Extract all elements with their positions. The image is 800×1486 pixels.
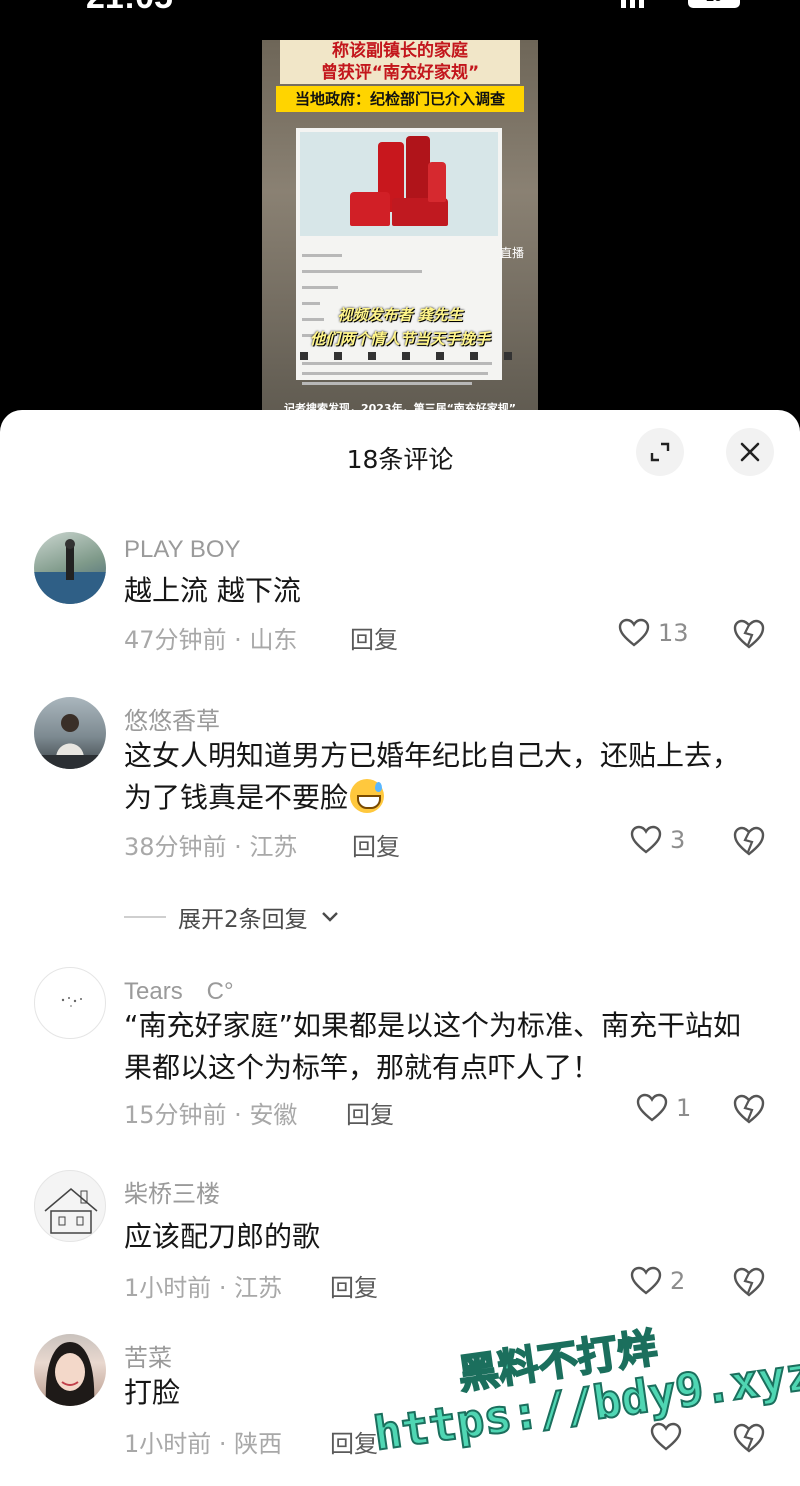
chevron-down-icon <box>321 912 338 922</box>
video-subhead: 当地政府：纪检部门已介入调查 <box>276 86 524 112</box>
comment-text: 应该配刀郎的歌 <box>124 1220 321 1253</box>
comment-text: “南充好家庭”如果都是以这个为标准、南充干站如果都以这个为标竿，那就有点吓人了！ <box>124 1009 742 1084</box>
comment-time: 15分钟前 <box>124 1101 227 1129</box>
dislike-button[interactable] <box>732 618 766 654</box>
meta-separator: · <box>211 1430 235 1458</box>
signal-icon <box>621 0 644 8</box>
comment-location: 陕西 <box>234 1430 283 1458</box>
live-tag: 直播 <box>500 246 525 260</box>
expand-arrows-icon <box>650 442 670 462</box>
comment-location: 山东 <box>249 626 298 654</box>
family-photo <box>300 132 498 236</box>
dislike-button[interactable] <box>732 1422 766 1458</box>
overlay-quote: 他们两个情人节当天手挽手 <box>309 330 490 348</box>
expand-button[interactable] <box>636 428 684 476</box>
comment-time: 47分钟前 <box>124 626 227 654</box>
comments-panel: 18条评论 PLAY BOY 越上流 越下流 47分钟前 · 山东 回复 13 <box>0 410 800 1486</box>
avatar-image <box>34 539 106 604</box>
avatar[interactable] <box>34 697 106 769</box>
headline-line-2: 曾获评“南充好家规” <box>320 63 480 83</box>
status-icons: 26 <box>621 0 740 8</box>
heart-icon <box>636 1093 668 1122</box>
avatar[interactable] <box>34 1170 106 1242</box>
reply-button[interactable]: 回复 <box>330 1424 378 1459</box>
comment-time: 1小时前 <box>124 1274 212 1302</box>
comment-meta: 47分钟前 · 山东 <box>124 620 297 655</box>
reply-button[interactable]: 回复 <box>350 620 398 655</box>
like-count: 13 <box>658 619 689 647</box>
meta-separator: · <box>226 626 250 654</box>
comment-meta: 1小时前 · 江苏 <box>124 1268 282 1303</box>
like-button[interactable]: 13 <box>618 618 689 648</box>
expand-replies-label: 展开2条回复 <box>178 907 308 933</box>
comment-meta: 38分钟前 · 江苏 <box>124 827 297 862</box>
comment-text: 这女人明知道男方已婚年纪比自己大，还贴上去，为了钱真是不要脸 <box>124 735 754 819</box>
heart-icon <box>650 1422 682 1451</box>
reply-button[interactable]: 回复 <box>352 827 400 862</box>
overlay-publisher: 视频发布者 龚先生 <box>337 306 463 324</box>
video-headline: 称该副镇长的家庭 曾获评“南充好家规” <box>280 40 520 84</box>
broken-heart-icon <box>733 1267 765 1297</box>
meta-separator: · <box>211 1274 235 1302</box>
avatar-image <box>34 714 106 769</box>
headline-line-1: 称该副镇长的家庭 <box>332 41 468 61</box>
reply-button[interactable]: 回复 <box>330 1268 378 1303</box>
grinning-sweat-emoji-icon <box>350 779 385 813</box>
comment-meta: 15分钟前 · 安徽 <box>124 1095 297 1130</box>
dislike-button[interactable] <box>732 1266 766 1302</box>
broken-heart-icon <box>733 619 765 649</box>
like-count: 3 <box>670 826 686 854</box>
avatar-image <box>61 997 82 1007</box>
comment-location: 安徽 <box>249 1101 298 1129</box>
video-player[interactable]: 称该副镇长的家庭 曾获评“南充好家规” 当地政府：纪检部门已介入调查 视频发布者… <box>262 40 538 420</box>
heart-icon <box>630 825 662 854</box>
comment-meta: 1小时前 · 陕西 <box>124 1424 282 1459</box>
avatar[interactable] <box>34 1334 106 1406</box>
reply-button[interactable]: 回复 <box>346 1095 394 1130</box>
heart-icon <box>618 618 650 647</box>
broken-heart-icon <box>733 1094 765 1124</box>
close-button[interactable] <box>726 428 774 476</box>
broken-heart-icon <box>733 826 765 856</box>
expand-divider <box>124 916 166 918</box>
like-count: 2 <box>670 1267 686 1295</box>
close-x-icon <box>740 442 760 462</box>
dislike-button[interactable] <box>732 1093 766 1129</box>
comment-time: 1小时前 <box>124 1430 212 1458</box>
status-time: 21:05 <box>86 0 173 17</box>
heart-icon <box>630 1266 662 1295</box>
like-button[interactable] <box>650 1422 690 1452</box>
comment-text: 越上流 越下流 <box>124 574 301 607</box>
like-button[interactable]: 2 <box>630 1266 685 1296</box>
comment-location: 江苏 <box>234 1274 283 1302</box>
meta-separator: · <box>226 833 250 861</box>
comment-time: 38分钟前 <box>124 833 227 861</box>
meta-separator: · <box>226 1101 250 1129</box>
like-button[interactable]: 3 <box>630 825 685 855</box>
comment-username[interactable]: Tears C° <box>124 971 234 1006</box>
comment-username[interactable]: 苦菜 <box>124 1338 172 1373</box>
status-bar: 21:05 26 <box>0 0 800 16</box>
comment-username[interactable]: 柴桥三楼 <box>124 1174 220 1209</box>
comment-location: 江苏 <box>249 833 298 861</box>
comment-text: 打脸 <box>124 1376 181 1409</box>
redacted-marks <box>300 352 512 360</box>
comment-username[interactable]: 悠悠香草 <box>124 701 220 736</box>
like-count: 1 <box>676 1094 692 1122</box>
expand-replies-button[interactable]: 展开2条回复 <box>124 900 340 934</box>
dislike-button[interactable] <box>732 825 766 861</box>
avatar[interactable] <box>34 967 106 1039</box>
battery-icon: 26 <box>688 0 740 8</box>
broken-heart-icon <box>733 1423 765 1453</box>
comment-username[interactable]: PLAY BOY <box>124 536 241 564</box>
avatar[interactable] <box>34 532 106 604</box>
like-button[interactable]: 1 <box>636 1093 691 1123</box>
avatar-image <box>45 1342 95 1406</box>
comment-text-body: 这女人明知道男方已婚年纪比自己大，还贴上去，为了钱真是不要脸 <box>124 739 741 814</box>
avatar-image <box>44 1188 98 1234</box>
